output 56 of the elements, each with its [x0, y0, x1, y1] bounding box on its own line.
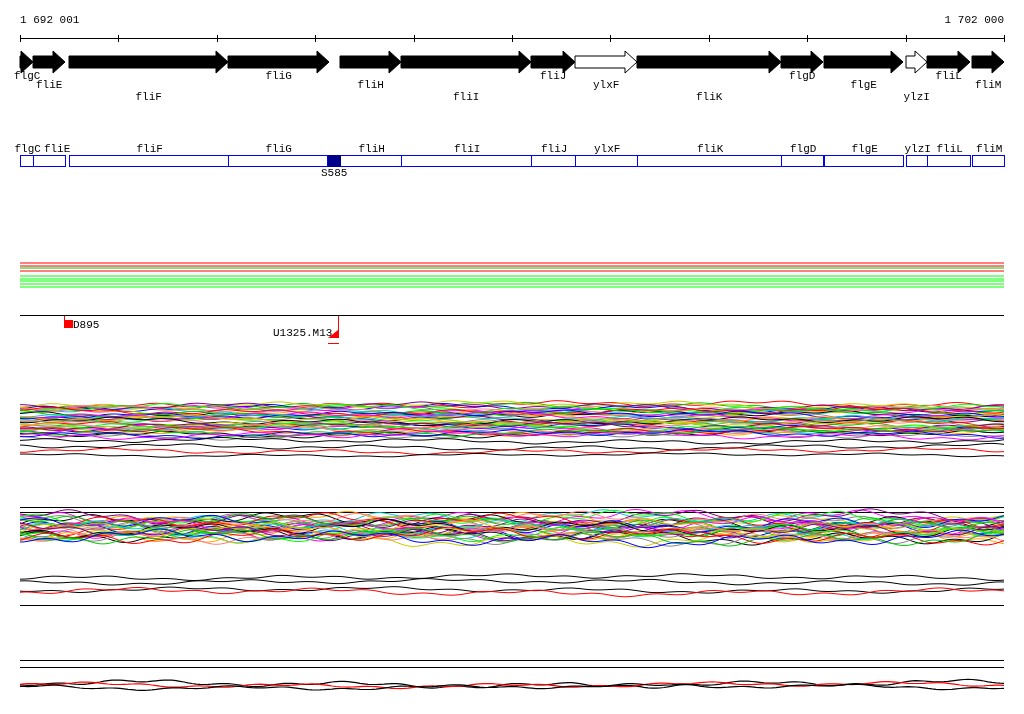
feature-label: flgD	[790, 143, 817, 155]
gene-label: flgE	[850, 79, 877, 91]
feature-box[interactable]	[228, 155, 328, 167]
probe-label: D895	[73, 319, 100, 331]
probe-label: U1325.M13	[273, 327, 333, 339]
feature-box[interactable]	[972, 155, 1005, 167]
gene-label: fliI	[453, 91, 480, 103]
gene-label: fliL	[935, 70, 962, 82]
gene-arrow[interactable]	[823, 50, 904, 74]
feature-box[interactable]	[575, 155, 638, 167]
feature-label: fliF	[136, 143, 163, 155]
gene-label: fliH	[357, 79, 384, 91]
feature-label: flgE	[851, 143, 878, 155]
ruler-start-label: 1 692 001	[20, 14, 80, 26]
feature-label: flgC	[14, 143, 41, 155]
feature-label: fliH	[358, 143, 385, 155]
feature-box[interactable]	[33, 155, 66, 167]
gene-arrow[interactable]	[971, 50, 1005, 74]
gene-label: fliF	[135, 91, 162, 103]
feature-box[interactable]	[906, 155, 928, 167]
gene-arrow[interactable]	[574, 50, 638, 74]
gene-arrow[interactable]	[636, 50, 782, 74]
gene-arrow[interactable]	[400, 50, 532, 74]
feature-label: ylxF	[594, 143, 621, 155]
gene-label: fliE	[36, 79, 63, 91]
gene-label: ylzI	[903, 91, 930, 103]
feature-box[interactable]	[20, 155, 34, 167]
feature-box[interactable]	[340, 155, 402, 167]
feature-box[interactable]	[824, 155, 904, 167]
feature-label: fliM	[976, 143, 1003, 155]
feature-label: fliJ	[541, 143, 568, 155]
probe-marker[interactable]	[64, 315, 73, 328]
feature-box[interactable]	[69, 155, 229, 167]
ruler-end-label: 1 702 000	[944, 14, 1004, 26]
gene-arrow[interactable]	[905, 50, 928, 74]
feature-box[interactable]	[637, 155, 782, 167]
gene-arrow[interactable]	[68, 50, 229, 74]
gene-label: ylxF	[593, 79, 620, 91]
feature-label: fliE	[43, 143, 71, 155]
feature-label: fliL	[936, 143, 963, 155]
gene-label: fliM	[975, 79, 1002, 91]
feature-box[interactable]	[401, 155, 532, 167]
feature-label: fliG	[265, 143, 292, 155]
feature-label: fliK	[697, 143, 724, 155]
feature-label: fliI	[454, 143, 481, 155]
feature-label: ylzI	[904, 143, 931, 155]
feature-box[interactable]	[781, 155, 824, 167]
gene-label: fliG	[265, 70, 292, 82]
gene-arrow[interactable]	[339, 50, 402, 74]
gene-label: fliJ	[540, 70, 567, 82]
feature-box[interactable]	[531, 155, 576, 167]
site-marker-label: S585	[321, 167, 348, 179]
site-marker[interactable]	[328, 155, 341, 167]
gene-label: flgD	[789, 70, 816, 82]
feature-box[interactable]	[927, 155, 971, 167]
gene-label: fliK	[696, 91, 723, 103]
